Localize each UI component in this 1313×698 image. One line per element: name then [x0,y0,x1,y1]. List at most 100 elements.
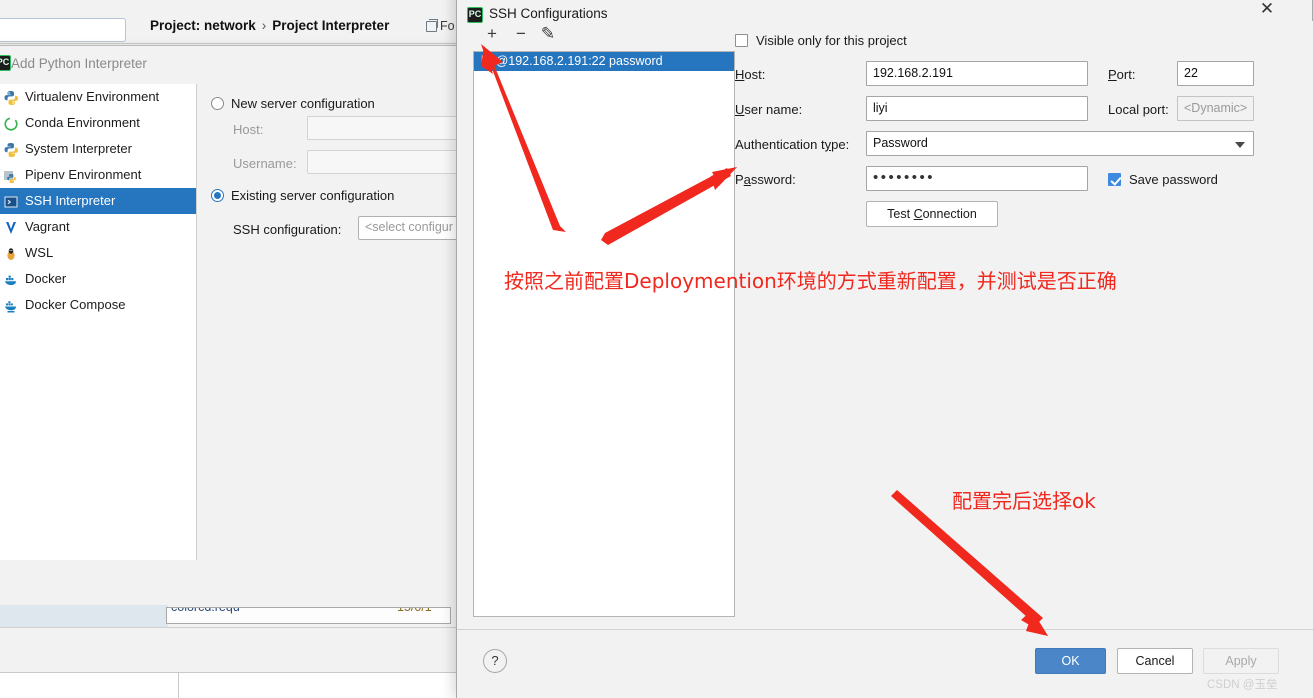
ssh-dialog-footer: ? OK Cancel Apply CSDN @玉垒 [457,629,1313,698]
port-label: Port: [1108,67,1136,82]
sidebar-item-conda[interactable]: Conda Environment [0,110,196,136]
save-password-label: Save password [1129,172,1218,187]
breadcrumb-project[interactable]: Project: network [150,18,256,33]
python-virtualenv-icon [3,89,19,105]
environment-type-list: Virtualenv Environment Conda Environment… [0,84,197,565]
docker-compose-icon [3,297,19,313]
username-label: User name: [735,102,803,117]
save-password-checkbox[interactable]: Save password [1108,172,1218,187]
configurations-list[interactable]: liyi@192.168.2.191:22 password [473,51,735,617]
status-bar-divider [178,672,179,698]
breadcrumb-page[interactable]: Project Interpreter [272,18,389,33]
checkbox-icon [1108,173,1121,186]
breadcrumb-separator: › [261,18,267,33]
port-input[interactable]: 22 [1177,61,1254,86]
pycharm-icon: PC [0,55,11,71]
visible-only-checkbox[interactable]: Visible only for this project [735,33,907,48]
local-port-label: Local port: [1108,102,1169,117]
visible-only-label: Visible only for this project [756,33,907,48]
sidebar-item-label: Docker Compose [25,297,126,312]
radio-label: Existing server configuration [231,188,395,203]
sidebar-item-label: System Interpreter [25,141,132,156]
remove-configuration-button[interactable]: − [510,23,532,45]
radio-icon [211,97,224,110]
apply-button[interactable]: Apply [1203,648,1279,674]
sidebar-item-ssh-interpreter[interactable]: SSH Interpreter [0,188,196,214]
sidebar-item-label: Pipenv Environment [25,167,142,182]
radio-icon [211,189,224,202]
copy-icon [426,19,438,32]
host-value: 192.168.2.191 [873,66,953,80]
password-value: •••••••• [873,169,936,186]
environment-config-pane: New server configuration Host: Username:… [197,84,518,565]
list-item[interactable]: liyi@192.168.2.191:22 password [474,52,734,71]
breadcrumb: Project: network › Project Interpreter [150,18,389,33]
ssh-configuration-label: SSH configuration: [233,222,342,237]
local-port-input[interactable]: <Dynamic> [1177,96,1254,121]
sidebar-item-docker[interactable]: Docker [0,266,196,292]
conda-icon [3,115,19,131]
username-value: liyi [873,101,888,115]
sidebar-item-label: Virtualenv Environment [25,89,160,104]
clipped-field-value: colorcd.requ [171,607,240,614]
ssh-dialog-body: + − ✎ liyi@192.168.2.191:22 password Vis… [457,21,1313,629]
configurations-toolbar: + − ✎ [473,21,735,49]
test-connection-button[interactable]: Test Connection [866,201,998,227]
add-python-interpreter-dialog: PC Add Python Interpreter Virtualenv Env… [0,45,518,565]
for-button[interactable]: Fo [426,19,455,33]
sidebar-item-system-interpreter[interactable]: System Interpreter [0,136,196,162]
ssh-dialog-titlebar: PC SSH Configurations ✕ [457,0,1312,23]
settings-clipped-field[interactable]: colorcd.requ 15/0/1 [166,607,451,624]
sidebar-item-label: Conda Environment [25,115,140,130]
sidebar-item-vagrant[interactable]: Vagrant [0,214,196,240]
linux-penguin-icon [3,245,19,261]
sidebar-item-wsl[interactable]: WSL [0,240,196,266]
pipenv-icon [3,167,19,183]
sidebar-item-label: Vagrant [25,219,70,234]
settings-selected-row [0,605,168,627]
authentication-type-label: Authentication type: [735,137,850,152]
host-label: Host: [735,67,766,82]
checkbox-icon [735,34,748,47]
sidebar-item-virtualenv[interactable]: Virtualenv Environment [0,84,196,110]
search-input[interactable] [0,18,126,42]
username-input[interactable]: liyi [866,96,1088,121]
edit-configuration-button[interactable]: ✎ [537,23,559,45]
vagrant-icon [3,219,19,235]
help-button[interactable]: ? [483,649,507,673]
ssh-terminal-icon [3,193,19,209]
sidebar-item-label: Docker [25,271,67,286]
radio-label: New server configuration [231,96,375,111]
docker-icon [3,271,19,287]
cancel-button[interactable]: Cancel [1117,648,1193,674]
authentication-type-value: Password [873,136,928,150]
local-port-placeholder: <Dynamic> [1184,101,1248,115]
username-label: Username: [233,156,297,171]
ok-button[interactable]: OK [1035,648,1106,674]
radio-new-server-configuration[interactable]: New server configuration [211,96,375,111]
configuration-detail-pane: Visible only for this project Host: 192.… [735,21,1313,629]
clipped-field-version: 15/0/1 [397,607,432,614]
port-value: 22 [1184,66,1198,80]
ssh-dialog-title: SSH Configurations [489,6,608,21]
add-configuration-button[interactable]: + [481,23,503,45]
password-label: Password: [735,172,796,187]
screenshot-root: Project: network › Project Interpreter Fo … [0,0,1313,698]
sidebar-item-label: SSH Interpreter [25,193,116,208]
add-interpreter-title: Add Python Interpreter [11,56,147,71]
sidebar-item-pipenv[interactable]: Pipenv Environment [0,162,196,188]
ssh-configuration-placeholder: <select configur [365,220,453,234]
host-label: Host: [233,122,264,137]
close-icon[interactable]: ✕ [1252,0,1282,22]
radio-existing-server-configuration[interactable]: Existing server configuration [211,188,394,203]
host-input[interactable]: 192.168.2.191 [866,61,1088,86]
authentication-type-select[interactable]: Password [866,131,1254,156]
ssh-configurations-dialog: PC SSH Configurations ✕ + − ✎ liyi@192.1… [456,0,1313,698]
chevron-down-icon [1235,142,1245,148]
watermark: CSDN @玉垒 [1207,679,1278,691]
sidebar-item-label: WSL [25,245,54,260]
for-button-label: Fo [440,19,455,33]
password-input[interactable]: •••••••• [866,166,1088,191]
python-icon [3,141,19,157]
sidebar-item-docker-compose[interactable]: Docker Compose [0,292,196,318]
